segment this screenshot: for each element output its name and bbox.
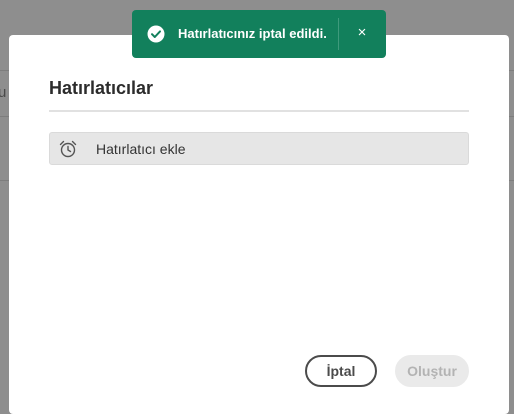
success-toast: Hatırlatıcınız iptal edildi. × [132,10,386,58]
title-divider [49,110,469,112]
toast-separator [338,18,339,50]
add-reminder-label: Hatırlatıcı ekle [96,141,186,157]
checkmark-circle-icon [147,25,165,43]
close-icon[interactable]: × [352,23,372,43]
alarm-clock-icon [58,139,78,159]
create-button[interactable]: Oluştur [395,355,469,387]
cancel-button[interactable]: İptal [305,355,377,387]
reminders-dialog: Hatırlatıcılar Hatırlatıcı ekle İptal Ol… [9,35,509,414]
add-reminder-row[interactable]: Hatırlatıcı ekle [49,132,469,165]
toast-message: Hatırlatıcınız iptal edildi. [178,26,327,41]
background-text-fragment: u [0,84,7,101]
dialog-title: Hatırlatıcılar [49,78,154,98]
